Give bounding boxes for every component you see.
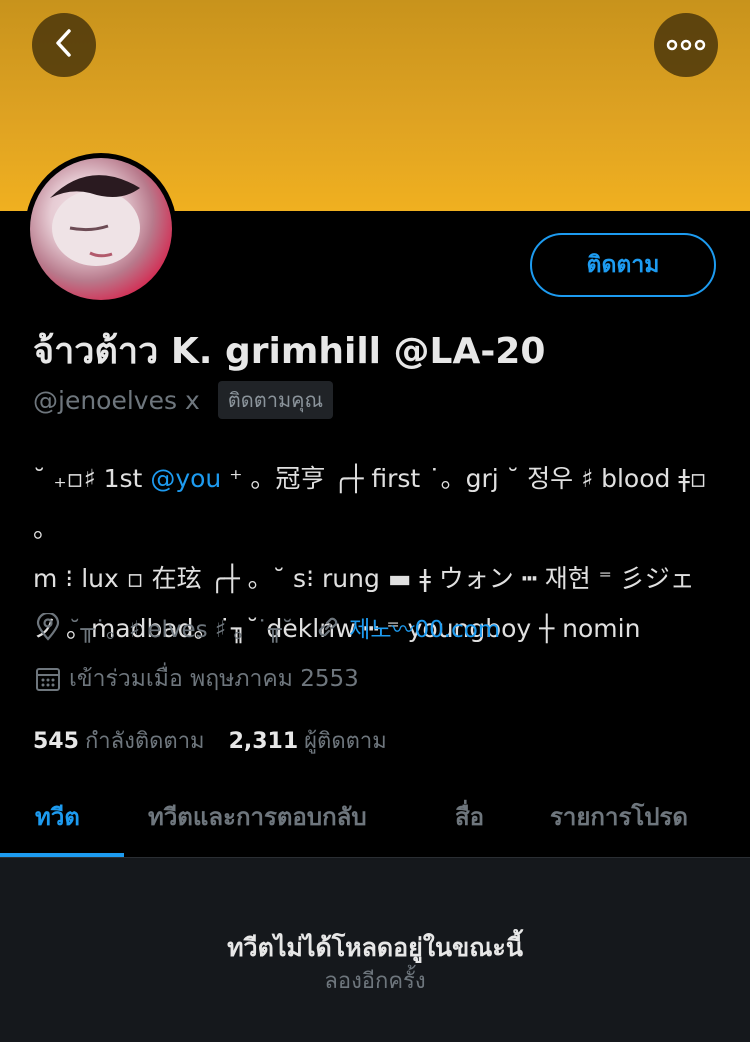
website-link[interactable]: 제노〰00.com xyxy=(349,610,500,644)
tab-tweets-replies[interactable]: ทวีตและการตอบกลับ xyxy=(148,775,367,858)
handle-row: @jenoelves x ติดตามคุณ xyxy=(33,381,334,419)
link-icon xyxy=(313,612,343,642)
following-label: กำลังติดตาม xyxy=(84,729,205,754)
tab-media[interactable]: สื่อ xyxy=(455,775,484,858)
follow-button[interactable]: ติดตาม xyxy=(530,233,716,297)
calendar-icon xyxy=(33,664,63,694)
chevron-left-icon xyxy=(52,27,76,63)
profile-avatar[interactable] xyxy=(25,153,177,305)
followers-label: ผู้ติดตาม xyxy=(304,729,387,754)
followers-count: 2,311 xyxy=(228,729,299,754)
join-date-text: เข้าร่วมเมื่อ พฤษภาคม 2553 xyxy=(69,666,359,692)
location-text: ˘╥˙。♯ elves ♯ 。˙╥˘ xyxy=(69,617,294,643)
join-date-row: เข้าร่วมเมื่อ พฤษภาคม 2553 xyxy=(33,661,359,697)
profile-tabs: ทวีต ทวีตและการตอบกลับ สื่อ รายการโปรด xyxy=(0,775,750,858)
bio-line-1: ˘ ₊▫︎♯ 1st @you ⁺ 。冠亨 ╭┼ first ˙。grj ˘ 정… xyxy=(33,454,733,554)
followers-stat[interactable]: 2,311 ผู้ติดตาม xyxy=(229,723,387,758)
error-message-title: ทวีตไม่ได้โหลดอยู่ในขณะนี้ xyxy=(227,933,523,962)
back-button[interactable] xyxy=(32,13,96,77)
display-name: จ้าวต้าว K. grimhill @LA-20 xyxy=(33,331,546,372)
bio-text: ˘ ₊▫︎♯ 1st xyxy=(33,464,151,493)
more-options-button[interactable] xyxy=(654,13,718,77)
location-row: ˘╥˙。♯ elves ♯ 。˙╥˘ 제노〰00.com xyxy=(33,610,500,644)
more-horizontal-icon xyxy=(666,36,706,55)
follows-you-badge: ติดตามคุณ xyxy=(217,381,334,419)
follow-stats: 545 กำลังติดตาม 2,311 ผู้ติดตาม xyxy=(33,723,387,758)
retry-link[interactable]: ลองอีกครั้ง xyxy=(0,963,750,998)
following-count: 545 xyxy=(33,729,79,754)
username-handle: @jenoelves x xyxy=(33,385,200,415)
active-tab-indicator xyxy=(0,853,124,857)
location-pin-icon xyxy=(33,612,63,642)
tab-tweets[interactable]: ทวีต xyxy=(35,775,80,858)
bio-mention-link[interactable]: @you xyxy=(150,464,221,493)
tab-likes[interactable]: รายการโปรด xyxy=(550,775,688,858)
following-stat[interactable]: 545 กำลังติดตาม xyxy=(33,723,205,758)
avatar-image xyxy=(30,158,172,300)
bio-line-2: m ⁝ lux ▫︎ 在玹 ╭┼ 。˘ s⁝ rung ▬ ǂ ウォン ┅ 재현… xyxy=(33,564,695,593)
